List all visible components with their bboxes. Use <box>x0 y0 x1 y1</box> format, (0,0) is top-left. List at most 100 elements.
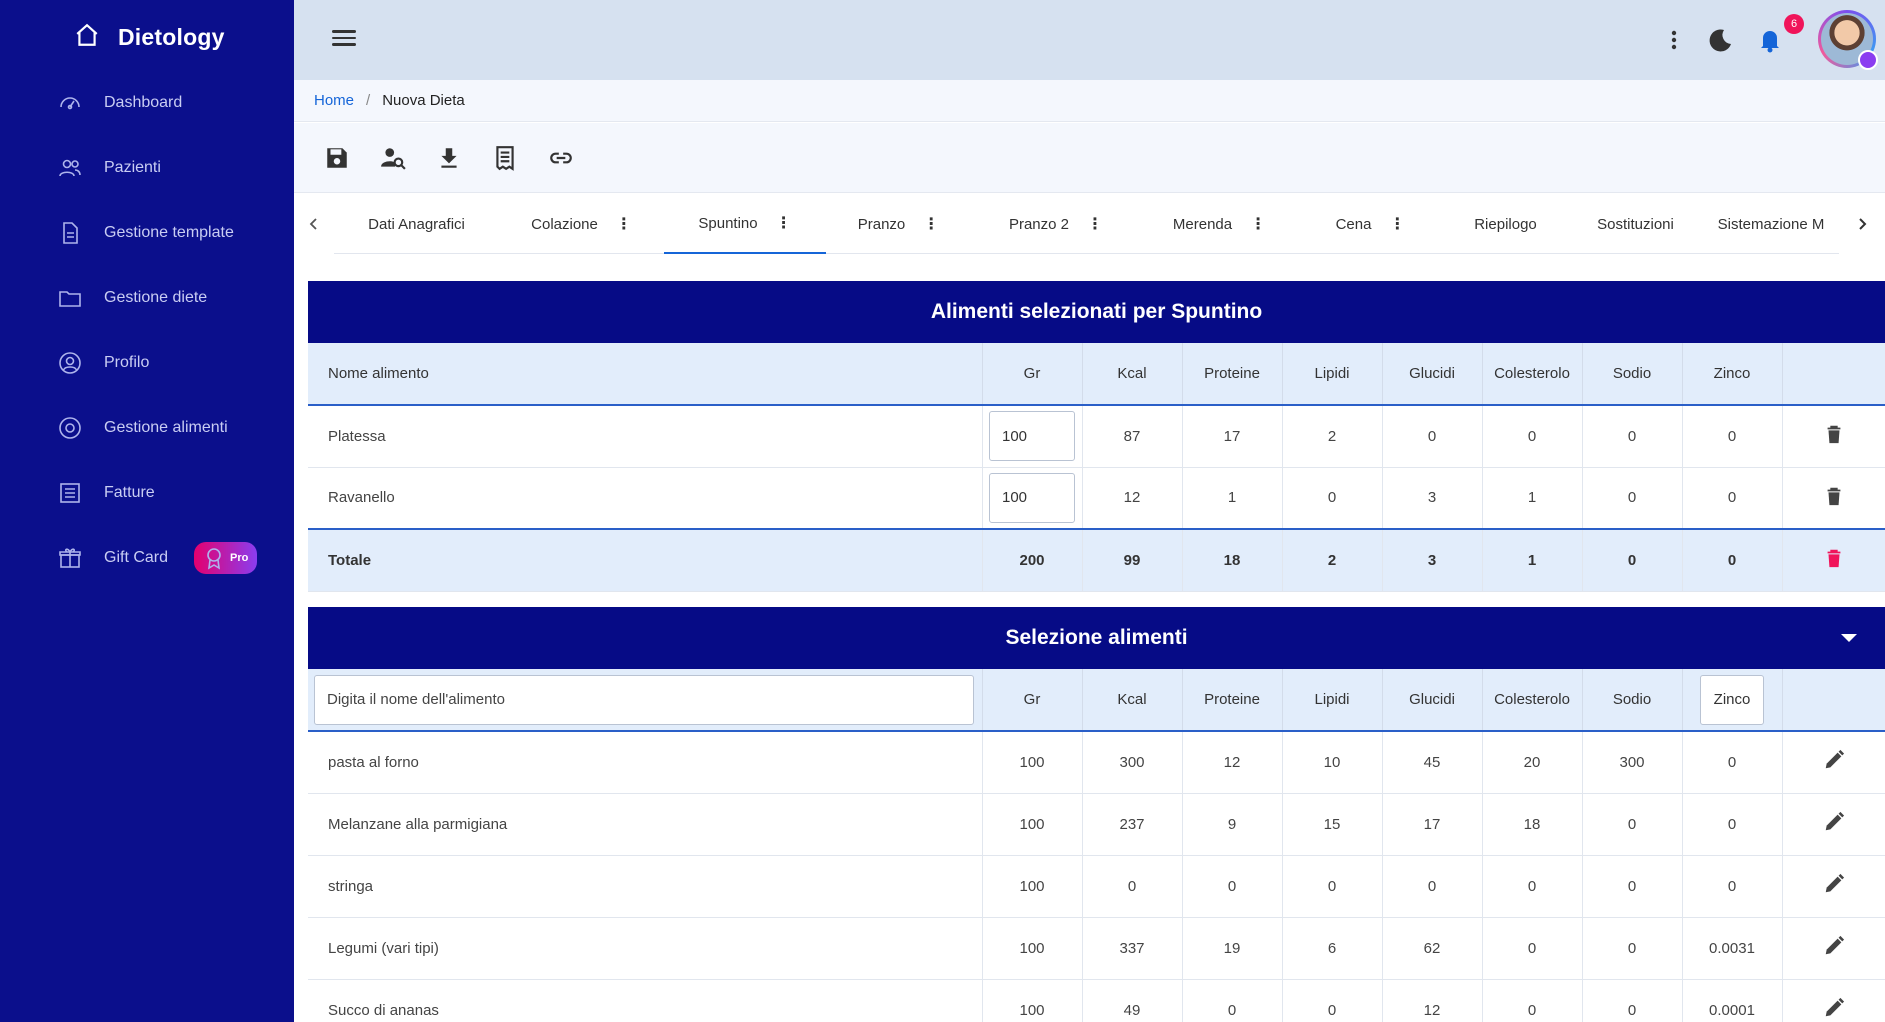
sidebar-item-gestione-alimenti[interactable]: Gestione alimenti <box>0 395 294 460</box>
sidebar-item-gestione-diete[interactable]: Gestione diete <box>0 265 294 330</box>
tab-pranzo[interactable]: Pranzo ⋮ <box>826 194 971 254</box>
proteine-cell: 12 <box>1182 731 1283 794</box>
actions-cell <box>1782 917 1885 980</box>
zinco-sort-header: Zinco <box>1682 669 1783 732</box>
lipidi-cell: 10 <box>1282 731 1383 794</box>
more-vertical-icon[interactable] <box>1658 24 1690 56</box>
bell-icon[interactable] <box>1754 24 1786 56</box>
pro-badge: Pro <box>194 541 258 574</box>
sidebar-item-fatture[interactable]: Fatture <box>0 460 294 525</box>
brand[interactable]: Dietology <box>74 22 225 53</box>
topbar: 6 <box>294 0 1885 80</box>
tabs-scroll-right-button[interactable] <box>1839 194 1885 254</box>
sidebar-item-gift-card[interactable]: Gift Card Pro <box>0 525 294 590</box>
moon-icon[interactable] <box>1704 24 1736 56</box>
tab-menu-icon[interactable]: ⋮ <box>1250 214 1266 234</box>
glucidi-cell: 62 <box>1382 917 1483 980</box>
tab-label: Merenda <box>1172 215 1233 233</box>
tab-label: Sistemazione M <box>1717 215 1825 233</box>
tab-cena[interactable]: Cena ⋮ <box>1298 194 1443 254</box>
tab-menu-icon[interactable]: ⋮ <box>616 214 632 234</box>
tab-sostituzioni[interactable]: Sostituzioni <box>1568 194 1703 254</box>
edit-icon[interactable] <box>1823 873 1845 895</box>
tab-colazione[interactable]: Colazione ⋮ <box>499 194 664 254</box>
edit-icon[interactable] <box>1823 935 1845 957</box>
tab-dati-anagrafici[interactable]: Dati Anagrafici <box>334 194 499 254</box>
tab-riepilogo[interactable]: Riepilogo <box>1443 194 1568 254</box>
grams-cell: 100 <box>982 979 1083 1022</box>
tab-pranzo-2[interactable]: Pranzo 2 ⋮ <box>971 194 1141 254</box>
download-icon <box>441 147 457 168</box>
total-grams: 200 <box>982 528 1083 592</box>
food-search-input[interactable] <box>314 674 974 725</box>
save-icon <box>327 147 347 168</box>
table-row[interactable]: stringa 100 0 0 0 0 0 0 0 <box>308 855 1885 918</box>
edit-icon[interactable] <box>1823 749 1845 771</box>
avatar[interactable] <box>1818 10 1878 70</box>
sidebar-item-gestione-template[interactable]: Gestione template <box>0 200 294 265</box>
actions-cell <box>1782 855 1885 918</box>
food-selection-header: Selezione alimenti <box>308 607 1885 669</box>
column-header: Kcal <box>1082 669 1183 732</box>
kcal-cell: 49 <box>1082 979 1183 1022</box>
delete-icon[interactable] <box>1823 485 1845 507</box>
breadcrumb: Home / Nuova Dieta <box>294 80 1885 122</box>
sidebar-item-label: Gestione template <box>104 223 234 241</box>
collapse-icon[interactable] <box>1841 634 1857 642</box>
tab-label: Spuntino <box>698 214 758 232</box>
edit-icon[interactable] <box>1823 811 1845 833</box>
colesterolo-cell: 0 <box>1482 405 1583 468</box>
lipidi-cell: 0 <box>1282 467 1383 530</box>
lipidi-cell: 0 <box>1282 855 1383 918</box>
sidebar-item-profilo[interactable]: Profilo <box>0 330 294 395</box>
users-icon <box>59 159 81 176</box>
column-header: Colesterolo <box>1482 343 1583 406</box>
kcal-cell: 87 <box>1082 405 1183 468</box>
tab-menu-icon[interactable]: ⋮ <box>1087 214 1103 234</box>
table-row: Ravanello 12 1 0 3 1 0 0 <box>308 467 1885 530</box>
table-row[interactable]: Succo di ananas 100 49 0 0 12 0 0 0.0001 <box>308 979 1885 1022</box>
document-icon <box>63 221 78 244</box>
total-row: Totale 200 99 18 2 3 1 0 0 <box>308 528 1885 592</box>
total-colesterolo: 1 <box>1482 528 1583 592</box>
breadcrumb-home-link[interactable]: Home <box>314 92 354 109</box>
delete-icon[interactable] <box>1823 423 1845 445</box>
notification-count-badge: 6 <box>1784 14 1804 34</box>
sidebar-item-dashboard[interactable]: Dashboard <box>0 70 294 135</box>
link-button[interactable] <box>546 143 576 173</box>
colesterolo-cell: 0 <box>1482 855 1583 918</box>
table-row[interactable]: pasta al forno 100 300 12 10 45 20 300 0 <box>308 731 1885 794</box>
download-button[interactable] <box>434 143 464 173</box>
award-badge-icon <box>1858 50 1878 70</box>
table-row[interactable]: Melanzane alla parmigiana 100 237 9 15 1… <box>308 793 1885 856</box>
search-patient-button[interactable] <box>378 143 408 173</box>
tab-sistemazione[interactable]: Sistemazione M <box>1703 194 1839 254</box>
save-button[interactable] <box>322 143 352 173</box>
grams-input[interactable] <box>989 411 1075 462</box>
tab-menu-icon[interactable]: ⋮ <box>1389 214 1405 234</box>
tabs-scroll-left-button[interactable] <box>294 194 334 254</box>
food-name: Succo di ananas <box>308 979 983 1022</box>
actions-cell <box>1782 528 1885 592</box>
grams-input[interactable] <box>989 472 1075 523</box>
food-name: Melanzane alla parmigiana <box>308 793 983 856</box>
delete-all-icon[interactable] <box>1823 547 1845 569</box>
hamburger-menu-button[interactable] <box>332 26 360 54</box>
column-header: Colesterolo <box>1482 669 1583 732</box>
link-icon <box>550 152 572 163</box>
receipt-button[interactable] <box>490 143 520 173</box>
lipidi-cell: 15 <box>1282 793 1383 856</box>
table-row[interactable]: Legumi (vari tipi) 100 337 19 6 62 0 0 0… <box>308 917 1885 980</box>
tab-spuntino[interactable]: Spuntino ⋮ <box>664 194 826 254</box>
home-icon <box>74 22 100 53</box>
zinco-sort-button[interactable]: Zinco <box>1700 674 1764 725</box>
tab-merenda[interactable]: Merenda ⋮ <box>1141 194 1298 254</box>
food-name: stringa <box>308 855 983 918</box>
tab-menu-icon[interactable]: ⋮ <box>923 214 939 234</box>
column-header: Zinco <box>1682 343 1783 406</box>
sidebar-item-pazienti[interactable]: Pazienti <box>0 135 294 200</box>
table-row: Platessa 87 17 2 0 0 0 0 <box>308 405 1885 468</box>
tab-menu-icon[interactable]: ⋮ <box>776 213 792 233</box>
edit-icon[interactable] <box>1823 997 1845 1019</box>
tab-label: Cena <box>1335 215 1372 233</box>
